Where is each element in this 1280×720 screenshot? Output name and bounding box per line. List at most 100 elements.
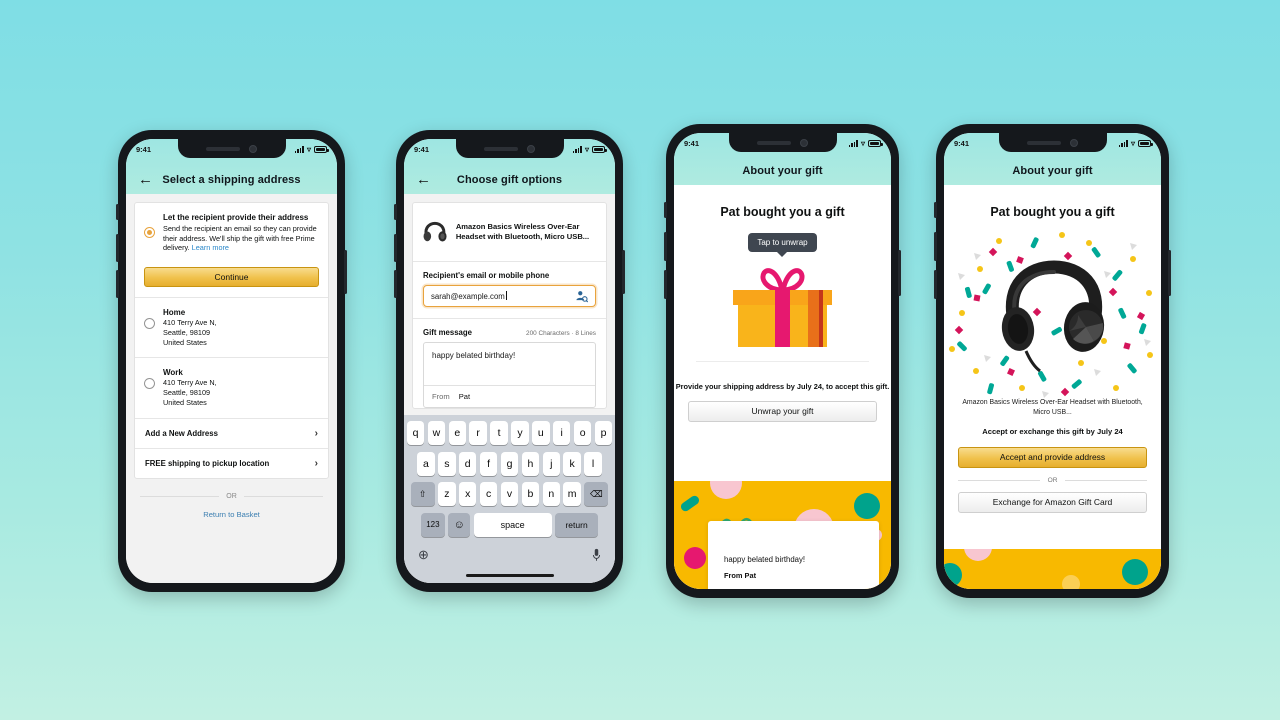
key-u[interactable]: u — [532, 421, 550, 445]
key-h[interactable]: h — [521, 451, 540, 476]
phone-button-volume-up[interactable] — [934, 232, 937, 261]
option-recipient-provides-address[interactable]: Let the recipient provide their address … — [135, 203, 328, 259]
confetti-band — [944, 549, 1161, 589]
key-c[interactable]: c — [479, 482, 498, 506]
phone-button-volume-down[interactable] — [664, 270, 667, 299]
contacts-lookup-icon[interactable] — [575, 290, 588, 303]
key-d[interactable]: d — [458, 451, 477, 476]
signal-bars-icon — [1118, 140, 1128, 147]
signal-bars-icon — [294, 146, 304, 153]
wifi-icon: ▿ — [1130, 138, 1135, 148]
earpiece-speaker — [206, 146, 240, 151]
keyboard-bottom-row: ⊕ — [404, 543, 615, 563]
mic-icon[interactable] — [592, 548, 601, 562]
key-z[interactable]: z — [438, 482, 456, 506]
key-y[interactable]: y — [511, 421, 529, 445]
onscreen-keyboard[interactable]: q w e r t y u i o p a s d f g h j k l ⇧ … — [404, 415, 615, 583]
key-b[interactable]: b — [521, 482, 540, 506]
phone-button-volume-down[interactable] — [934, 270, 937, 299]
gift-message-counter: 200 Characters · 8 Lines — [526, 330, 596, 337]
exchange-for-gift-card-button[interactable]: Exchange for Amazon Gift Card — [958, 492, 1147, 513]
unwrap-your-gift-button[interactable]: Unwrap your gift — [688, 401, 877, 423]
back-arrow-icon[interactable]: ← — [416, 172, 431, 187]
notch — [998, 133, 1107, 152]
phone-button-volume-down[interactable] — [116, 270, 119, 298]
space-key[interactable]: space — [473, 512, 552, 537]
continue-button[interactable]: Continue — [144, 266, 319, 287]
gift-box-icon[interactable] — [720, 256, 845, 351]
phone-button-mute[interactable] — [394, 204, 397, 220]
phone-choose-gift-options: ← Choose gift options 9:41 ▿ Amazon Basi… — [394, 130, 625, 592]
address-name: Home — [163, 307, 186, 317]
phone-button-volume-down[interactable] — [394, 270, 397, 298]
product-row[interactable]: Amazon Basics Wireless Over-Ear Headset … — [413, 203, 606, 261]
return-key[interactable]: return — [555, 512, 599, 537]
key-l[interactable]: l — [584, 451, 602, 476]
address-row-home[interactable]: Home 410 Terry Ave N, Seattle, 98109 Uni… — [135, 296, 328, 358]
key-n[interactable]: n — [542, 482, 561, 506]
back-arrow-icon[interactable]: ← — [138, 172, 153, 187]
phone-about-your-gift-wrapped: About your gift 9:41 ▿ Pat bought you a … — [664, 124, 901, 598]
phone-button-volume-up[interactable] — [394, 234, 397, 262]
numbers-key[interactable]: 123 — [420, 512, 445, 537]
key-i[interactable]: i — [552, 421, 571, 445]
phone-button-power[interactable] — [622, 250, 625, 294]
confetti-circle — [710, 481, 742, 499]
address-row-work[interactable]: Work 410 Terry Ave N, Seattle, 98109 Uni… — [135, 357, 328, 418]
key-v[interactable]: v — [500, 482, 519, 506]
confetti-bar — [679, 494, 701, 513]
phone-button-power[interactable] — [1168, 250, 1171, 296]
learn-more-link[interactable]: Learn more — [192, 243, 229, 252]
key-p[interactable]: p — [594, 421, 613, 445]
add-new-address-label: Add a New Address — [145, 428, 218, 438]
key-s[interactable]: s — [438, 451, 456, 476]
radio-address-home[interactable] — [144, 317, 155, 329]
phone-button-mute[interactable] — [664, 202, 667, 218]
phone-button-mute[interactable] — [116, 204, 119, 220]
gift-message-textarea[interactable]: happy belated birthday! — [424, 343, 595, 385]
phone-button-power[interactable] — [344, 250, 347, 294]
earpiece-speaker — [757, 140, 791, 145]
pickup-location-row[interactable]: FREE shipping to pickup location › — [135, 447, 328, 478]
gift-heading: Pat bought you a gift — [990, 205, 1115, 219]
front-camera — [1070, 138, 1078, 147]
key-q[interactable]: q — [406, 421, 425, 445]
key-k[interactable]: k — [563, 451, 581, 476]
recipient-email-input[interactable]: sarah@example.com — [423, 285, 596, 307]
key-f[interactable]: f — [479, 451, 498, 476]
key-e[interactable]: e — [448, 421, 467, 445]
key-w[interactable]: w — [427, 421, 446, 445]
home-indicator[interactable] — [465, 573, 554, 577]
tap-to-unwrap-tooltip[interactable]: Tap to unwrap — [748, 233, 817, 252]
add-new-address-row[interactable]: Add a New Address › — [135, 417, 328, 448]
key-a[interactable]: a — [417, 451, 435, 476]
product-confetti-stage — [944, 223, 1161, 398]
globe-icon[interactable]: ⊕ — [418, 547, 429, 563]
option-title: Let the recipient provide their address — [163, 213, 309, 222]
phone-button-volume-up[interactable] — [664, 232, 667, 261]
address-line-3: United States — [163, 337, 207, 347]
accept-and-provide-address-button[interactable]: Accept and provide address — [958, 447, 1147, 468]
return-to-basket-link[interactable]: Return to Basket — [126, 510, 337, 519]
option-description-text: Send the recipient an email so they can … — [163, 224, 317, 253]
option-description: Send the recipient an email so they can … — [163, 224, 318, 253]
address-name: Work — [163, 368, 183, 378]
key-j[interactable]: j — [542, 451, 561, 476]
key-t[interactable]: t — [490, 421, 508, 445]
phone-button-mute[interactable] — [934, 202, 937, 218]
key-m[interactable]: m — [563, 482, 581, 506]
gift-message-from-row[interactable]: From Pat — [424, 385, 595, 407]
shift-key[interactable]: ⇧ — [410, 482, 435, 506]
radio-address-work[interactable] — [144, 378, 155, 390]
emoji-key[interactable]: ☺ — [448, 512, 471, 537]
phone-button-power[interactable] — [898, 250, 901, 296]
radio-recipient-provides-address[interactable] — [144, 227, 155, 238]
or-divider: OR — [958, 477, 1148, 484]
key-r[interactable]: r — [469, 421, 487, 445]
key-o[interactable]: o — [573, 421, 592, 445]
backspace-key[interactable]: ⌫ — [584, 482, 609, 506]
key-x[interactable]: x — [458, 482, 477, 506]
gift-message-box[interactable]: happy belated birthday! From Pat — [423, 342, 596, 408]
phone-button-volume-up[interactable] — [116, 234, 119, 262]
key-g[interactable]: g — [500, 451, 519, 476]
